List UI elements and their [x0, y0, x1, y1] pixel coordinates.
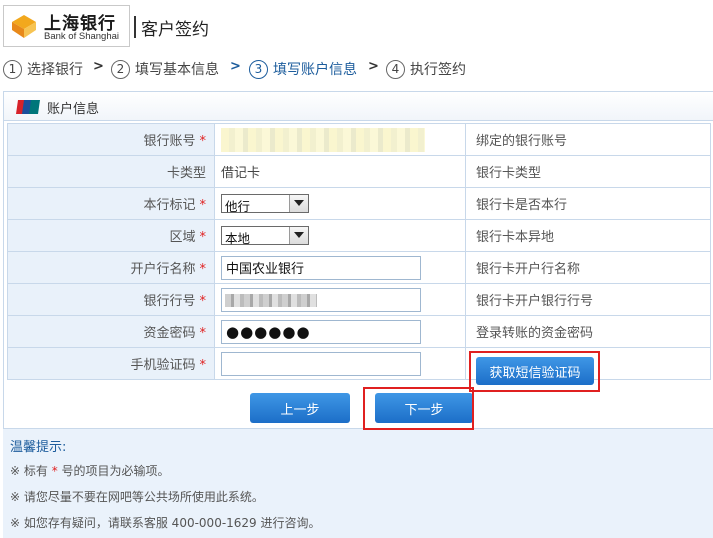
form-row-account-number: 银行账号 * 绑定的银行账号 [7, 123, 711, 156]
required-mark: * [199, 358, 207, 373]
chevron-right-icon: > [93, 59, 104, 74]
form-row-bank-code: 银行行号 * 银行卡开户银行行号 [7, 283, 711, 316]
bank-logo: 上海银行 Bank of Shanghai [3, 5, 130, 47]
field-description: 银行卡是否本行 [465, 187, 711, 220]
logo-english-name: Bank of Shanghai [44, 31, 120, 42]
field-description: 银行卡类型 [465, 155, 711, 188]
bank-of-shanghai-logo-icon [12, 15, 36, 38]
fund-password-input[interactable]: ●●●●●● [221, 319, 421, 344]
form-row-branch-name: 开户行名称* 银行卡开户行名称 [7, 251, 711, 284]
chevron-down-icon[interactable] [289, 195, 308, 212]
chevron-right-icon: > [230, 59, 241, 74]
page-header: 上海银行 Bank of Shanghai 客户签约 [0, 0, 713, 54]
previous-step-button[interactable]: 上一步 [250, 393, 350, 423]
tip-required: ※ 标有 * 号的项目为必输项。 [10, 464, 170, 478]
tip-contact-service: ※ 如您存有疑问，请联系客服 400-000-1629 进行咨询。 [10, 516, 321, 530]
field-description: 绑定的银行账号 [465, 123, 711, 156]
step-execute-sign: 4 执行签约 [386, 59, 466, 79]
bank-account-input[interactable] [221, 127, 425, 152]
select-value: 他行 [225, 199, 251, 214]
step-account-info: 3 填写账户信息 [249, 59, 357, 79]
step-number: 2 [111, 60, 130, 79]
step-number: 1 [3, 60, 22, 79]
page-title: 客户签约 [141, 20, 209, 40]
step-label: 填写基本信息 [135, 62, 219, 78]
chevron-down-icon[interactable] [289, 227, 308, 244]
required-mark: * [199, 326, 207, 341]
form-row-bank-flag: 本行标记 * 他行 银行卡是否本行 [7, 187, 711, 220]
field-label: 区域 * [7, 219, 215, 252]
required-mark: * [199, 230, 207, 245]
panel-title: 账户信息 [47, 102, 100, 117]
field-description: 银行卡本异地 [465, 219, 711, 252]
form-row-region: 区域 * 本地 银行卡本异地 [7, 219, 711, 252]
field-description: 银行卡开户行名称 [465, 251, 711, 284]
branch-name-input[interactable] [221, 255, 421, 280]
field-description: 登录转账的资金密码 [465, 315, 711, 348]
field-description: 银行卡开户银行行号 [465, 283, 711, 316]
tips-title: 温馨提示: [10, 440, 67, 455]
panel-header: 账户信息 [4, 92, 713, 121]
step-label: 填写账户信息 [273, 62, 357, 78]
step-number: 4 [386, 60, 405, 79]
unionpay-icon [16, 100, 40, 114]
field-label: 卡类型 [7, 155, 215, 188]
required-mark: * [199, 262, 207, 277]
tip-public-place: ※ 请您尽量不要在网吧等公共场所使用此系统。 [10, 490, 264, 504]
form-row-fund-password: 资金密码 * ●●●●●● 登录转账的资金密码 [7, 315, 711, 348]
required-mark: * [199, 134, 207, 149]
step-label: 选择银行 [27, 62, 83, 78]
required-mark: * [199, 294, 207, 309]
sms-code-input[interactable] [221, 351, 421, 376]
form-row-card-type: 卡类型 借记卡 银行卡类型 [7, 155, 711, 188]
field-label: 本行标记 * [7, 187, 215, 220]
card-type-value: 借记卡 [214, 155, 466, 188]
bank-code-input[interactable] [221, 287, 421, 312]
field-label: 银行账号 * [7, 123, 215, 156]
highlight-box [363, 387, 474, 430]
required-mark: * [199, 198, 207, 213]
highlight-box [469, 351, 600, 392]
field-label: 银行行号 * [7, 283, 215, 316]
field-label: 手机验证码 * [7, 347, 215, 380]
header-divider [134, 16, 136, 38]
step-select-bank: 1 选择银行 [3, 59, 83, 79]
bank-flag-select[interactable]: 他行 [221, 194, 309, 214]
step-number: 3 [249, 60, 268, 79]
form-row-sms-code: 手机验证码 * [7, 347, 711, 380]
field-label: 资金密码 * [7, 315, 215, 348]
progress-steps: 1 选择银行 > 2 填写基本信息 > 3 填写账户信息 > 4 执行签约 [0, 57, 713, 81]
step-label: 执行签约 [410, 62, 466, 78]
step-basic-info: 2 填写基本信息 [111, 59, 219, 79]
region-select[interactable]: 本地 [221, 226, 309, 246]
tips-section: 温馨提示: ※ 标有 * 号的项目为必输项。 ※ 请您尽量不要在网吧等公共场所使… [3, 428, 713, 538]
account-form: 银行账号 * 绑定的银行账号 卡类型 借记卡 银行卡类型 本行标记 * 他行 银行卡… [7, 123, 711, 380]
select-value: 本地 [225, 231, 251, 246]
field-label: 开户行名称 * [7, 251, 215, 284]
chevron-right-icon: > [368, 59, 379, 74]
